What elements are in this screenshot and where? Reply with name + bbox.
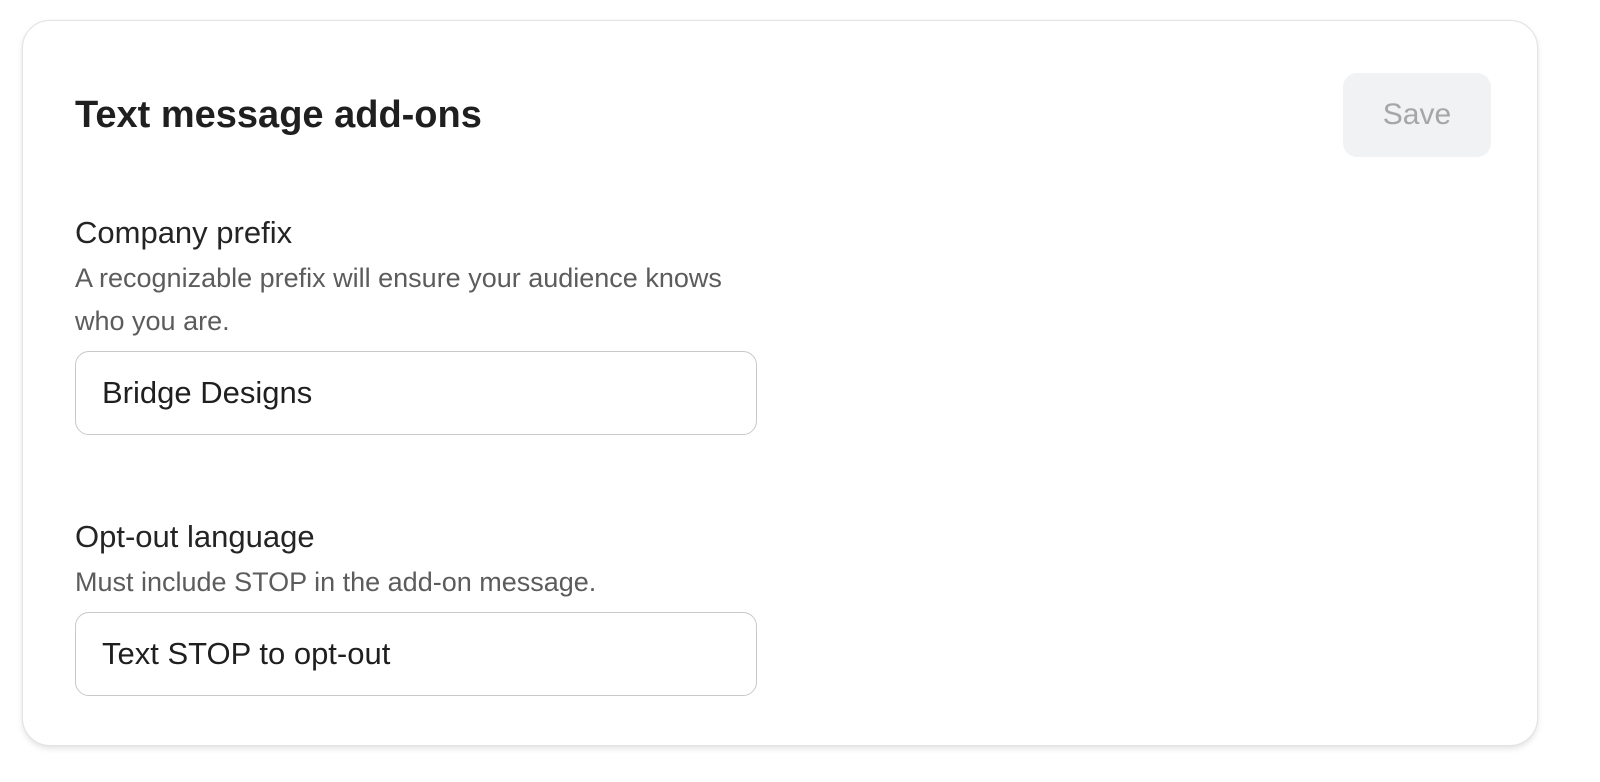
company-prefix-input[interactable] bbox=[75, 351, 757, 435]
company-prefix-help: A recognizable prefix will ensure your a… bbox=[75, 263, 722, 336]
save-button[interactable]: Save bbox=[1343, 73, 1491, 157]
company-prefix-label: Company prefix bbox=[75, 215, 293, 250]
card-title: Text message add-ons bbox=[75, 94, 482, 136]
opt-out-language-input[interactable] bbox=[75, 612, 757, 696]
text-message-addons-card: Text message add-ons Save Company prefix… bbox=[22, 20, 1538, 746]
opt-out-language-label: Opt-out language bbox=[75, 519, 315, 554]
opt-out-language-help: Must include STOP in the add-on message. bbox=[75, 567, 597, 597]
